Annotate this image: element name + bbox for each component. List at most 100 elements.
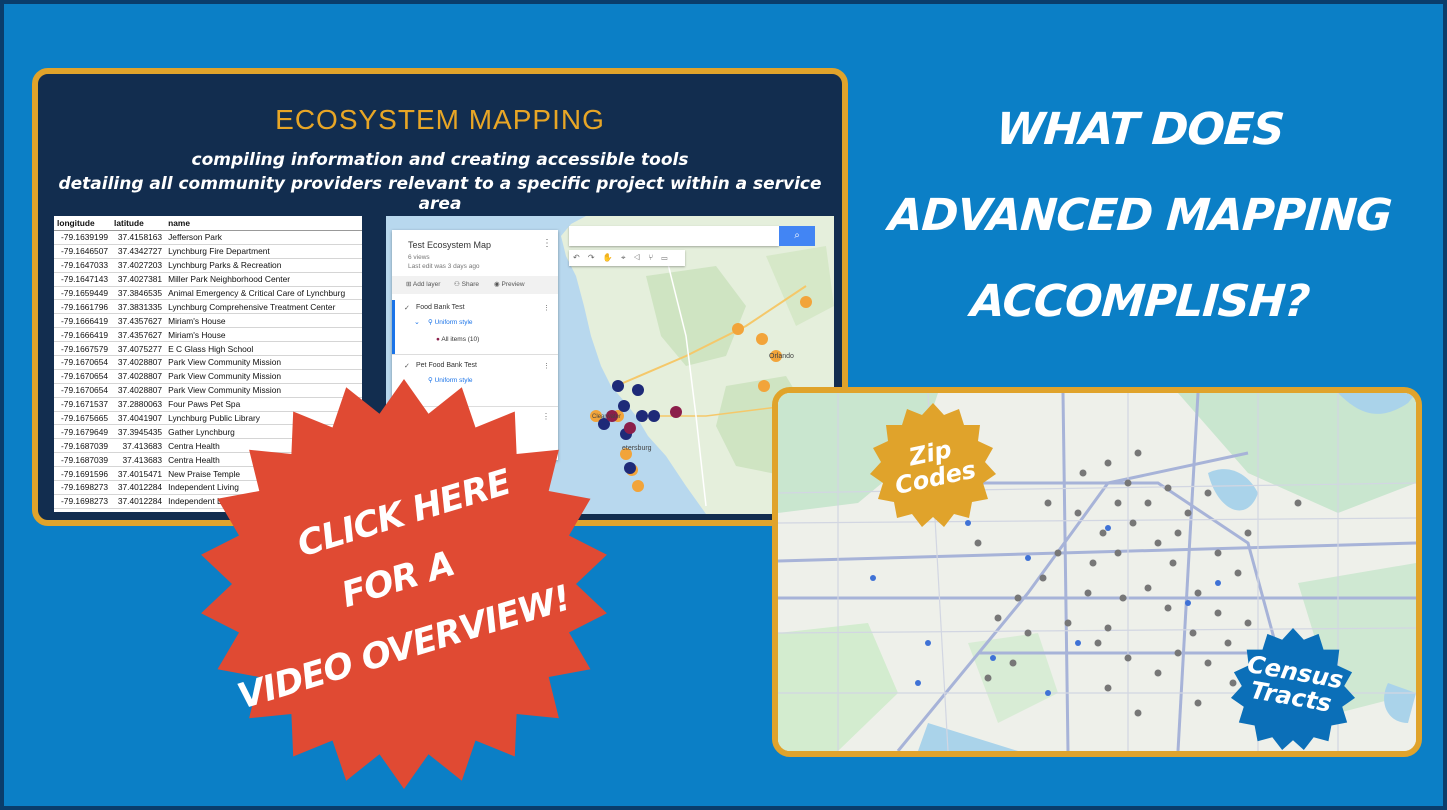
map-point <box>1234 569 1242 577</box>
map-point <box>1084 589 1092 597</box>
map-city-label: etersburg <box>622 445 652 452</box>
cell-longitude: -79.1646507 <box>54 244 112 259</box>
map-point <box>1134 709 1142 717</box>
map-marker <box>636 410 648 422</box>
map-point <box>870 575 876 581</box>
chevron-down-icon[interactable]: ⌄ <box>414 318 420 326</box>
cta-text: CLICK HERE FOR A VIDEO OVERVIEW! <box>194 374 614 794</box>
map-marker <box>618 400 630 412</box>
map-last-edit: Last edit was 3 days ago <box>408 263 480 270</box>
cell-longitude: -79.1691596 <box>54 466 112 482</box>
column-header-latitude: latitude <box>111 216 166 231</box>
map-point <box>1189 629 1197 637</box>
map-point <box>1024 629 1032 637</box>
map-point <box>1169 559 1177 567</box>
map-point <box>1105 525 1111 531</box>
preview-button[interactable]: ◉ Preview <box>494 280 525 288</box>
map-marker <box>632 480 644 492</box>
map-toolbar[interactable]: ↶ ↷ ✋ ⌖ ◁ ⑂ ▭ <box>569 250 685 266</box>
map-point <box>1154 539 1162 547</box>
cell-latitude: 37.413683 <box>111 438 166 454</box>
map-point <box>1124 654 1132 662</box>
map-search-input[interactable] <box>569 226 779 246</box>
add-layer-button[interactable]: ⊞ Add layer <box>406 280 440 288</box>
map-point <box>1174 649 1182 657</box>
cell-latitude: 37.4075277 <box>111 341 166 357</box>
map-marker <box>670 406 682 418</box>
map-marker <box>624 422 636 434</box>
map-point <box>1119 594 1127 602</box>
map-marker <box>624 462 636 474</box>
cell-latitude: 37.4028807 <box>111 369 166 384</box>
layer-all-items[interactable]: ● All items (10) <box>436 336 479 343</box>
share-label: Share <box>461 281 479 288</box>
cell-longitude: -79.1679649 <box>54 424 112 440</box>
map-search-button[interactable]: ⌕ <box>779 226 815 246</box>
layer-selected-indicator <box>392 300 395 354</box>
cell-latitude: 37.4027381 <box>111 272 166 287</box>
table-row: -79.1666419 37.4357627 Miriam's House <box>54 327 362 343</box>
map-point <box>1164 604 1172 612</box>
cell-longitude: -79.1687039 <box>54 438 112 454</box>
ecosystem-subtitle-line1: compiling information and creating acces… <box>191 150 689 170</box>
map-point <box>1144 499 1152 507</box>
video-overview-button[interactable]: CLICK HERE FOR A VIDEO OVERVIEW! <box>194 374 614 794</box>
table-row: -79.1666419 37.4357627 Miriam's House <box>54 313 362 329</box>
cell-latitude: 37.4012284 <box>111 494 166 509</box>
map-point <box>1054 549 1062 557</box>
map-marker <box>758 380 770 392</box>
map-marker <box>732 323 744 335</box>
map-point <box>1104 624 1112 632</box>
layer-more-icon[interactable]: ⋮ <box>543 362 550 370</box>
cell-latitude: 37.4027203 <box>111 258 166 273</box>
cell-latitude: 37.2880063 <box>111 397 166 412</box>
layer-more-icon[interactable]: ⋮ <box>543 304 550 312</box>
table-row: -79.1667579 37.4075277 E C Glass High Scho… <box>54 341 362 357</box>
map-point <box>1194 589 1202 597</box>
map-point <box>1154 669 1162 677</box>
cell-name: Animal Emergency & Critical Care of Lync… <box>165 286 362 301</box>
cell-longitude: -79.1675665 <box>54 411 112 426</box>
layer-checkbox-icon[interactable]: ✓ <box>404 304 410 312</box>
cell-latitude: 37.4158163 <box>111 230 166 245</box>
map-point <box>1215 580 1221 586</box>
cell-longitude: -79.1647143 <box>54 272 112 287</box>
map-point <box>1129 519 1137 527</box>
layer-style-link[interactable]: ⚲ Uniform style <box>428 318 473 326</box>
map-marker <box>800 296 812 308</box>
map-point <box>1025 555 1031 561</box>
cell-longitude: -79.1698273 <box>54 480 112 495</box>
cell-name: Lynchburg Parks & Recreation <box>165 258 362 273</box>
zip-codes-badge: Zip Codes <box>868 401 998 531</box>
map-point <box>1075 640 1081 646</box>
map-point <box>994 614 1002 622</box>
map-point <box>1185 600 1191 606</box>
table-row: -79.1646507 37.4342727 Lynchburg Fire Depa… <box>54 244 362 259</box>
map-point <box>1094 639 1102 647</box>
map-point <box>1174 529 1182 537</box>
layer-checkbox-icon[interactable]: ✓ <box>404 362 410 370</box>
style-brush-icon: ⚲ <box>428 319 433 326</box>
cell-name: Miriam's House <box>165 327 362 343</box>
cell-longitude: -79.1666419 <box>54 313 112 329</box>
map-marker <box>632 384 644 396</box>
cell-longitude: -79.1670654 <box>54 383 112 398</box>
map-point <box>984 674 992 682</box>
map-point <box>1144 584 1152 592</box>
more-menu-icon[interactable]: ⋮ <box>542 238 552 249</box>
cell-name: Jefferson Park <box>165 230 362 245</box>
map-point <box>1044 499 1052 507</box>
cell-name: Lynchburg Comprehensive Treatment Center <box>165 299 362 315</box>
cell-longitude: -79.1659449 <box>54 286 112 301</box>
items-marker-icon: ● <box>436 336 440 343</box>
column-header-longitude: longitude <box>54 216 112 231</box>
map-point <box>1194 699 1202 707</box>
map-title: Test Ecosystem Map <box>408 240 492 250</box>
cell-longitude: -79.1647033 <box>54 258 112 273</box>
map-marker <box>648 410 660 422</box>
cell-longitude: -79.1670654 <box>54 369 112 384</box>
cell-name: Miller Park Neighborhood Center <box>165 272 362 287</box>
map-point <box>1074 509 1082 517</box>
map-point <box>1089 559 1097 567</box>
share-button[interactable]: ⚇ Share <box>454 280 479 288</box>
